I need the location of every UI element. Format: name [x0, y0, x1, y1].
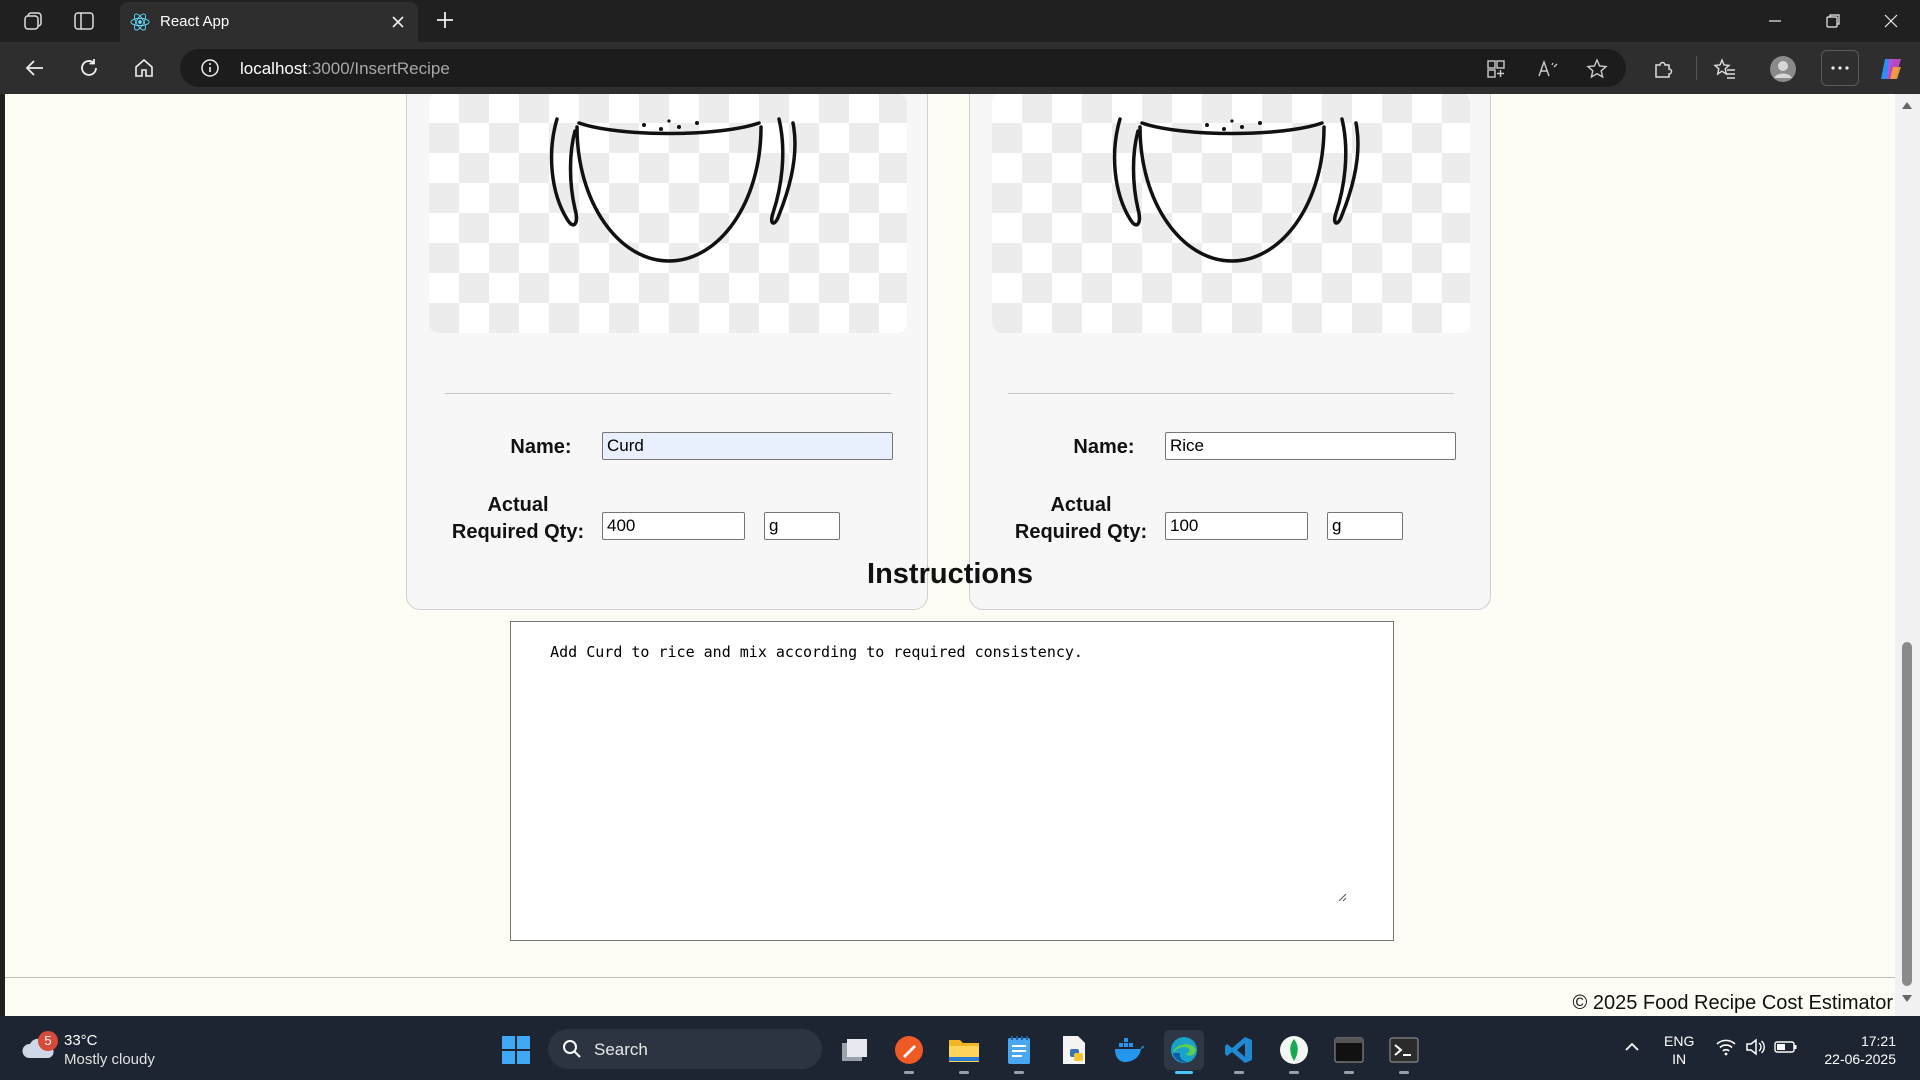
running-indicator	[1014, 1071, 1024, 1074]
windows-taskbar: 5 33°C Mostly cloudy Search ENG IN 17:21…	[0, 1016, 1920, 1080]
favorite-star-icon[interactable]	[1586, 58, 1608, 80]
tab-actions-icon[interactable]	[71, 8, 97, 34]
clock-time: 17:21	[1860, 1033, 1896, 1049]
volume-icon[interactable]	[1745, 1038, 1765, 1056]
search-icon	[562, 1039, 582, 1059]
card-divider	[445, 393, 891, 394]
profile-icon[interactable]	[1768, 54, 1798, 84]
edge-browser-icon[interactable]	[1164, 1030, 1204, 1074]
close-window-icon[interactable]	[1868, 6, 1914, 36]
resize-grip-icon[interactable]	[1337, 856, 1391, 938]
back-icon[interactable]	[21, 54, 49, 82]
mongodb-compass-icon[interactable]	[1274, 1030, 1314, 1074]
name-label: Name:	[510, 436, 572, 458]
task-view-icon[interactable]	[835, 1030, 875, 1070]
restore-icon[interactable]	[1810, 6, 1856, 36]
bowl-illustration-icon	[992, 94, 1470, 333]
card-divider	[1008, 393, 1454, 394]
unit-input[interactable]: g	[1327, 512, 1403, 540]
browser-toolbar: localhost:3000/InsertRecipe	[0, 42, 1920, 94]
browser-tab-bar: React App	[0, 0, 1920, 42]
ingredient-card: Name: Rice Actual Required Qty: 100 g	[969, 94, 1491, 610]
running-indicator	[1344, 1071, 1354, 1074]
wifi-icon[interactable]	[1716, 1038, 1736, 1056]
notepad-icon[interactable]	[999, 1030, 1039, 1074]
read-aloud-icon[interactable]	[1537, 58, 1559, 80]
taskbar-search[interactable]: Search	[548, 1029, 822, 1069]
weather-temp: 33°C	[64, 1032, 98, 1049]
minimize-icon[interactable]	[1752, 6, 1798, 36]
workspaces-icon[interactable]	[20, 8, 46, 34]
lang-region: IN	[1672, 1051, 1687, 1067]
chevron-up-icon[interactable]	[1623, 1038, 1641, 1056]
react-favicon-icon	[130, 12, 150, 32]
python-file-icon[interactable]	[1054, 1030, 1094, 1070]
instructions-heading: Instructions	[867, 558, 1033, 590]
footer-divider	[5, 977, 1895, 978]
home-icon[interactable]	[130, 54, 158, 82]
search-label: Search	[594, 1040, 648, 1059]
language-indicator[interactable]: ENG IN	[1664, 1032, 1694, 1068]
battery-icon[interactable]	[1774, 1038, 1798, 1056]
running-indicator	[904, 1071, 914, 1074]
docker-icon[interactable]	[1109, 1030, 1149, 1070]
ingredient-card: Name: Curd Actual Required Qty: 400 g	[406, 94, 928, 610]
favorites-icon[interactable]	[1710, 54, 1740, 84]
instructions-textarea[interactable]: Add Curd to rice and mix according to re…	[510, 621, 1394, 941]
copilot-icon[interactable]	[1876, 54, 1906, 84]
vscode-icon[interactable]	[1219, 1030, 1259, 1074]
terminal-icon[interactable]	[1329, 1030, 1369, 1074]
running-indicator	[1289, 1071, 1299, 1074]
windows-start-icon[interactable]	[501, 1035, 531, 1065]
weather-condition: Mostly cloudy	[64, 1051, 155, 1068]
close-icon[interactable]	[390, 14, 406, 30]
file-explorer-icon[interactable]	[944, 1030, 984, 1074]
clock-date: 22-06-2025	[1824, 1051, 1896, 1067]
ingredient-name-input[interactable]: Rice	[1165, 432, 1456, 460]
weather-badge: 5	[38, 1031, 58, 1051]
url-host: localhost	[240, 59, 308, 78]
info-icon[interactable]	[200, 58, 220, 78]
running-indicator	[1234, 1071, 1244, 1074]
app-available-icon[interactable]	[1485, 58, 1507, 80]
qty-label: Actual Required Qty:	[451, 494, 585, 543]
page-viewport: Name: Curd Actual Required Qty: 400 g Na…	[5, 94, 1895, 1016]
taskbar-clock[interactable]: 17:21 22-06-2025	[1812, 1032, 1896, 1068]
tab-title: React App	[160, 13, 230, 30]
scrollbar-thumb[interactable]	[1902, 642, 1912, 986]
lang-code: ENG	[1664, 1033, 1695, 1049]
name-label: Name:	[1073, 436, 1135, 458]
active-tab[interactable]: React App	[120, 2, 418, 42]
pen-app-icon[interactable]	[889, 1030, 929, 1074]
bowl-illustration-icon	[429, 94, 907, 333]
url-path: :3000/InsertRecipe	[307, 59, 450, 78]
ingredient-name-input[interactable]: Curd	[602, 432, 893, 460]
powershell-icon[interactable]	[1384, 1030, 1424, 1074]
qty-input[interactable]: 100	[1165, 512, 1308, 540]
instructions-text: Add Curd to rice and mix according to re…	[550, 643, 1083, 661]
address-bar[interactable]: localhost:3000/InsertRecipe	[180, 49, 1626, 87]
running-indicator	[1175, 1071, 1193, 1074]
scroll-up-icon[interactable]	[1901, 100, 1913, 110]
refresh-icon[interactable]	[75, 54, 103, 82]
running-indicator	[1399, 1071, 1409, 1074]
qty-input[interactable]: 400	[602, 512, 745, 540]
qty-label: Actual Required Qty:	[1014, 494, 1148, 543]
unit-input[interactable]: g	[764, 512, 840, 540]
extensions-icon[interactable]	[1648, 54, 1678, 84]
toolbar-divider	[1696, 56, 1697, 80]
url-text[interactable]: localhost:3000/InsertRecipe	[240, 59, 450, 79]
footer-copyright: © 2025 Food Recipe Cost Estimator	[1572, 992, 1893, 1014]
scroll-down-icon[interactable]	[1901, 994, 1913, 1004]
plus-icon[interactable]	[433, 8, 457, 32]
page-scrollbar[interactable]	[1895, 94, 1920, 1016]
running-indicator	[959, 1071, 969, 1074]
more-icon[interactable]	[1821, 50, 1859, 86]
